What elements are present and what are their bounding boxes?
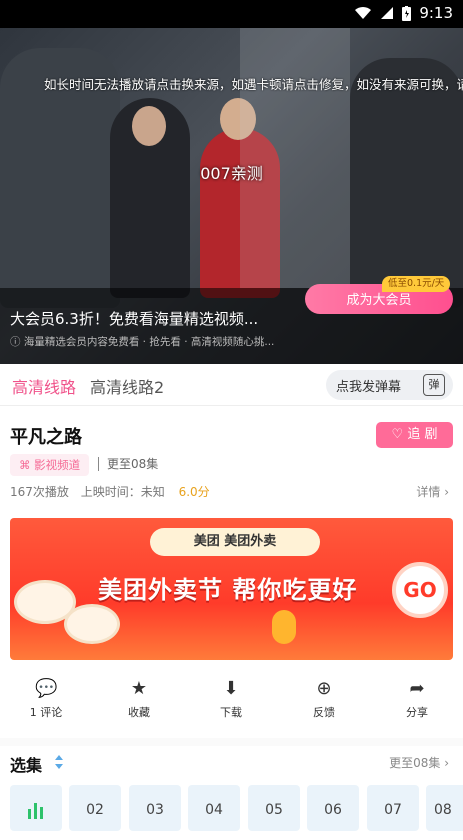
download-icon: ⬇	[223, 678, 239, 699]
feedback-button[interactable]: ⊕ 反馈	[294, 676, 354, 720]
mascot-image	[272, 610, 296, 644]
episodes-title: 选集	[10, 756, 43, 775]
follow-label: 追 剧	[407, 427, 438, 442]
signal-icon	[381, 7, 394, 19]
release-date: 上映时间：未知	[80, 485, 165, 499]
danmu-input[interactable]: 点我发弹幕 弹	[326, 370, 453, 400]
promo-subtitle: ⓘ 海量精选会员内容免费看 · 抢先看 · 高清视频随心挑...	[10, 336, 275, 348]
share-button[interactable]: ➦ 分享	[387, 676, 447, 720]
show-meta: 167次播放 上映时间：未知 6.0分	[10, 483, 210, 500]
meituan-logo: 美团 美团外卖	[150, 528, 320, 556]
feedback-label: 反馈	[313, 706, 335, 719]
play-count: 167次播放	[10, 485, 69, 499]
detail-label: 详情	[416, 485, 441, 499]
channel-label: 影视频道	[34, 458, 81, 472]
chevron-right-icon: ›	[444, 485, 449, 499]
tab-line-1[interactable]: 高清线路	[12, 374, 76, 398]
comment-label: 1 评论	[29, 706, 63, 719]
feedback-icon: ⊕	[316, 678, 332, 699]
episodes-more-link[interactable]: 更至08集 ›	[389, 754, 449, 771]
episode-item[interactable]: 04	[188, 785, 240, 831]
promo-title: 大会员6.3折！免费看海量精选视频...	[10, 310, 259, 328]
episode-item[interactable]: 03	[129, 785, 181, 831]
show-title: 平凡之路	[10, 427, 82, 448]
channel-tag[interactable]: ⌘ 影视频道	[10, 454, 90, 476]
heart-icon: ♡	[391, 427, 404, 442]
danmu-toggle-icon[interactable]: 弹	[423, 374, 445, 396]
episode-item[interactable]: 08	[426, 785, 463, 831]
status-bar: 9:13	[0, 0, 463, 28]
battery-icon	[402, 5, 412, 21]
banner-slogan: 美团外卖节 帮你吃更好	[98, 576, 358, 604]
download-label: 下载	[220, 706, 242, 719]
food-bowl-image	[64, 604, 120, 644]
wifi-icon	[355, 6, 372, 19]
favorite-label: 收藏	[128, 706, 150, 719]
playback-hint: 如长时间无法播放请点击换来源，如遇卡顿请点击修复，如没有来源可换，请	[44, 77, 463, 92]
show-score: 6.0分	[178, 485, 210, 499]
go-button[interactable]: GO	[392, 562, 448, 618]
playing-bars-icon	[28, 803, 43, 819]
update-status: 更至08集	[98, 457, 158, 471]
star-icon: ★	[130, 678, 148, 699]
favorite-button[interactable]: ★ 收藏	[109, 676, 169, 720]
episode-item[interactable]: 06	[307, 785, 359, 831]
sort-icon[interactable]	[54, 754, 64, 770]
comment-button[interactable]: 💬 1 评论	[16, 676, 76, 720]
action-bar: 💬 1 评论 ★ 收藏 ⬇ 下载 ⊕ 反馈 ➦ 分享	[0, 676, 463, 726]
video-subtitle: 007亲测	[200, 164, 263, 183]
status-time: 9:13	[419, 4, 453, 22]
vip-price-tag: 低至0.1元/天	[382, 276, 451, 292]
episode-item[interactable]	[10, 785, 62, 831]
share-label: 分享	[406, 706, 428, 719]
episode-item[interactable]: 05	[248, 785, 300, 831]
share-icon: ➦	[409, 678, 425, 699]
tab-line-2[interactable]: 高清线路2	[90, 374, 164, 398]
episodes-more-label: 更至08集	[389, 756, 441, 770]
episode-item[interactable]: 02	[69, 785, 121, 831]
follow-button[interactable]: ♡ 追 剧	[376, 422, 453, 448]
comment-icon: 💬	[35, 678, 58, 699]
channel-icon: ⌘	[19, 458, 31, 472]
chevron-right-icon: ›	[444, 756, 449, 770]
section-divider	[0, 738, 463, 746]
download-button[interactable]: ⬇ 下载	[201, 676, 261, 720]
danmu-placeholder: 点我发弹幕	[336, 380, 402, 395]
episode-item[interactable]: 07	[367, 785, 419, 831]
ad-banner[interactable]: 美团 美团外卖 美团外卖节 帮你吃更好 GO	[10, 518, 453, 660]
detail-link[interactable]: 详情 ›	[416, 483, 449, 500]
